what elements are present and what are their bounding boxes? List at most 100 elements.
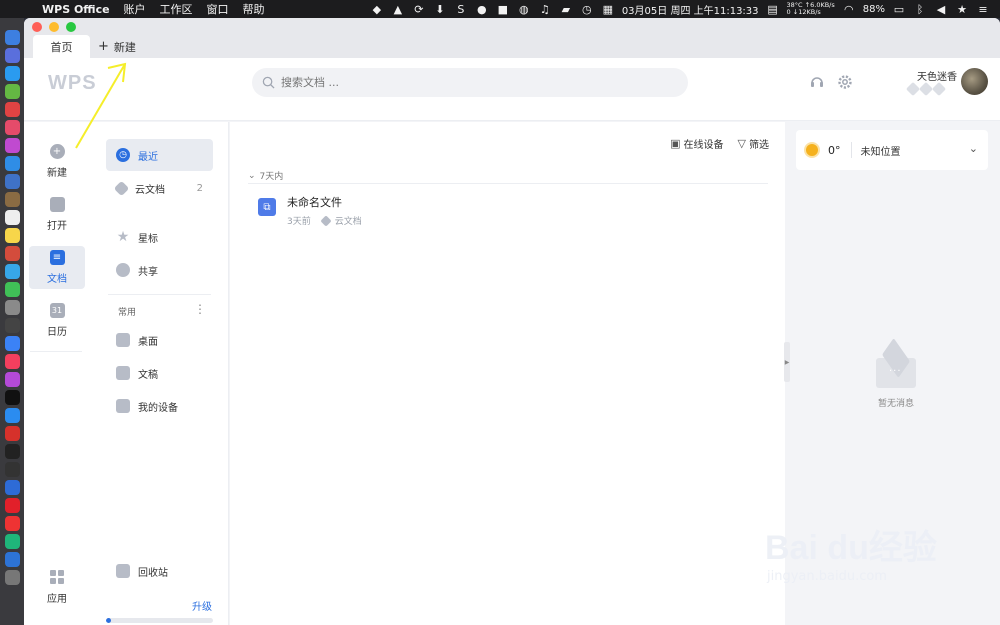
yandex-icon[interactable] [4, 498, 20, 513]
sidebar-item-starred[interactable]: ★ 星标 [106, 221, 213, 253]
vivaldi-icon[interactable] [4, 426, 20, 441]
app-cyan-icon[interactable] [4, 264, 20, 279]
sidebar-item-desktop[interactable]: 桌面 [106, 324, 213, 356]
system-monitor[interactable]: 38°C ↑6.0KB/s 0 ↓12KB/s [787, 2, 835, 16]
minimize-window-button[interactable] [49, 22, 59, 32]
app-purple-icon[interactable] [4, 138, 20, 153]
settings-gear-icon[interactable] [837, 74, 853, 90]
app-gray-icon[interactable] [4, 300, 20, 315]
control-center-icon[interactable]: ≡ [976, 3, 990, 16]
rail-open[interactable]: 打开 [29, 193, 85, 236]
sidebar-item-cloud[interactable]: 云文档 2 [106, 172, 213, 204]
globe-icon[interactable]: ◍ [517, 3, 531, 16]
sidebar-item-trash[interactable]: 回收站 [106, 555, 213, 587]
datetime-text[interactable]: 03月05日 周四 上午11:13:33 [622, 2, 759, 17]
sidebar-item-label: 我的设备 [138, 402, 178, 414]
wps-dock-icon[interactable] [4, 552, 20, 567]
star-icon[interactable]: ★ [955, 3, 969, 16]
upgrade-link[interactable]: 升级 [192, 598, 212, 613]
weather-widget[interactable]: 0° 未知位置 ⌄ [796, 130, 988, 170]
trash-dock-icon[interactable] [4, 570, 20, 585]
headset-icon[interactable] [809, 74, 825, 90]
username[interactable]: 天色迷香 [917, 68, 957, 83]
wifi-icon[interactable]: ◠ [842, 3, 856, 16]
netease-music-icon[interactable] [4, 516, 20, 531]
sidebar-item-recent[interactable]: ◷ 最近 [106, 139, 213, 171]
menu-help[interactable]: 帮助 [243, 1, 265, 17]
rail-new[interactable]: + 新建 [29, 140, 85, 183]
app-green-icon[interactable] [4, 534, 20, 549]
filter-button[interactable]: ▽ 筛选 [738, 136, 769, 151]
search-input[interactable] [281, 76, 661, 89]
sidebar-item-my-devices[interactable]: 我的设备 [106, 390, 213, 422]
menu-account[interactable]: 账户 [124, 1, 146, 17]
app-blue-icon[interactable] [4, 156, 20, 171]
list-toolbar: ▣ 在线设备 ▽ 筛选 [670, 136, 769, 151]
notes-brown-icon[interactable] [4, 192, 20, 207]
activity-monitor-icon[interactable] [4, 462, 20, 477]
group-header-7days[interactable]: ⌄ 7天内 [248, 169, 283, 183]
qq-icon[interactable]: ● [475, 3, 489, 16]
calendar-dock-icon[interactable] [4, 210, 20, 225]
bluetooth-icon[interactable]: ᛒ [913, 3, 927, 16]
menu-workspace[interactable]: 工作区 [160, 1, 193, 17]
battery-percent[interactable]: 88% [863, 4, 885, 15]
finder-icon[interactable] [4, 30, 20, 45]
menu-window[interactable]: 窗口 [207, 1, 229, 17]
device-icon [116, 399, 130, 413]
chevron-down-icon[interactable]: ⌄ [969, 142, 978, 155]
rail-calendar[interactable]: 31 日历 [29, 299, 85, 342]
membership-badges[interactable] [905, 81, 947, 97]
online-devices-button[interactable]: ▣ 在线设备 [670, 136, 723, 151]
appstore-icon[interactable] [4, 408, 20, 423]
status-area: ◆ ▲ ⟳ ⬇ S ● ■ ◍ ♫ ▰ ◷ ▦ 03月05日 周四 上午11:1… [370, 2, 1000, 17]
stats-icon[interactable]: ▤ [766, 3, 780, 16]
rail-apps[interactable]: 应用 [38, 570, 76, 605]
tab-home[interactable]: 首页 [33, 35, 90, 58]
clock-icon[interactable]: ◷ [580, 3, 594, 16]
zoom-window-button[interactable] [66, 22, 76, 32]
more-options-icon[interactable]: ⋮ [194, 302, 206, 316]
search-bar[interactable] [252, 68, 688, 97]
terminal-icon[interactable] [4, 444, 20, 459]
photos-icon[interactable] [4, 174, 20, 189]
message-icon[interactable]: ▰ [559, 3, 573, 16]
keynote-icon[interactable] [4, 336, 20, 351]
wechat-icon[interactable] [4, 282, 20, 297]
music-icon[interactable]: ♫ [538, 3, 552, 16]
android-icon[interactable] [4, 84, 20, 99]
sidebar-item-shared[interactable]: 共享 [106, 254, 213, 286]
calendar-icon[interactable]: ▦ [601, 3, 615, 16]
app-red-icon[interactable] [4, 120, 20, 135]
navigation-icon[interactable]: ▲ [391, 3, 405, 16]
app-dark-icon[interactable] [4, 318, 20, 333]
rail-documents[interactable]: ≡ 文档 [29, 246, 85, 289]
app-orange-icon[interactable] [4, 246, 20, 261]
sidebar-item-documents[interactable]: 文稿 [106, 357, 213, 389]
s-app-icon[interactable]: S [454, 3, 468, 16]
notes-icon[interactable] [4, 228, 20, 243]
fox-icon[interactable]: ◆ [370, 3, 384, 16]
new-tab-button[interactable]: + 新建 [98, 38, 136, 55]
sync-icon[interactable]: ⟳ [412, 3, 426, 16]
chrome-icon[interactable] [4, 102, 20, 117]
title-bar: 首页 + 新建 [24, 18, 1000, 58]
devices-icon: ▣ [670, 137, 681, 150]
launchpad-icon[interactable] [4, 48, 20, 63]
music-dock-icon[interactable] [4, 354, 20, 369]
list-item[interactable]: ⧉ 未命名文件 3天前 云文档 [258, 192, 758, 228]
vpn-icon[interactable] [4, 480, 20, 495]
podcasts-icon[interactable] [4, 372, 20, 387]
s-box-icon[interactable]: ■ [496, 3, 510, 16]
app-name-menu[interactable]: WPS Office [42, 3, 110, 16]
battery-icon[interactable]: ▭ [892, 3, 906, 16]
new-tab-label: 新建 [113, 40, 136, 54]
appletv-icon[interactable] [4, 390, 20, 405]
safari-icon[interactable] [4, 66, 20, 81]
cloud-count: 2 [196, 182, 203, 194]
user-avatar[interactable] [961, 68, 988, 95]
download-icon[interactable]: ⬇ [433, 3, 447, 16]
volume-icon[interactable]: ◀ [934, 3, 948, 16]
online-devices-label: 在线设备 [683, 140, 724, 151]
close-window-button[interactable] [32, 22, 42, 32]
